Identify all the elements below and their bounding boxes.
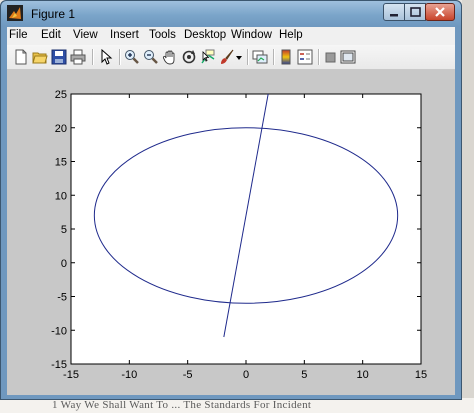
figure-window: Figure 1 File Edit View Insert Tools Des… bbox=[0, 0, 462, 400]
x-tick-label: 10 bbox=[357, 369, 369, 381]
axes-box[interactable] bbox=[70, 93, 422, 365]
background-document: 1 Way We Shall Want To ... The Standards… bbox=[0, 398, 474, 413]
y-tick-label: 15 bbox=[55, 157, 67, 169]
menu-tools[interactable]: Tools bbox=[149, 29, 176, 41]
data-cursor-icon[interactable] bbox=[200, 49, 216, 65]
new-figure-icon[interactable] bbox=[13, 49, 29, 65]
background-window-edge bbox=[462, 0, 474, 398]
figure-canvas: -15 -10 -5 0 5 10 15 -15 -10 -5 0 5 10 15 20 25 bbox=[7, 70, 455, 395]
matlab-app-icon bbox=[7, 5, 23, 21]
hide-plot-tools-icon[interactable] bbox=[323, 49, 339, 65]
x-tick-label: 0 bbox=[243, 369, 249, 381]
toolbar-separator bbox=[92, 49, 94, 65]
rotate-3d-icon[interactable] bbox=[181, 49, 197, 65]
maximize-button[interactable] bbox=[404, 3, 426, 21]
y-tick-label: 20 bbox=[55, 123, 67, 135]
y-tick-label: 25 bbox=[55, 89, 67, 101]
open-file-icon[interactable] bbox=[32, 49, 48, 65]
menu-help[interactable]: Help bbox=[279, 29, 303, 41]
figure-toolbar bbox=[7, 45, 455, 70]
y-tick-label: -10 bbox=[51, 325, 67, 337]
close-icon bbox=[435, 7, 445, 17]
minimize-button[interactable] bbox=[383, 3, 405, 21]
plot-area: -15 -10 -5 0 5 10 15-15-10-50510152025 bbox=[51, 89, 427, 381]
y-tick-label: 5 bbox=[61, 224, 67, 236]
edit-plot-arrow-icon[interactable] bbox=[98, 49, 114, 65]
menu-bar: File Edit View Insert Tools Desktop Wind… bbox=[7, 27, 455, 46]
brush-dropdown-icon[interactable] bbox=[235, 49, 243, 65]
x-tick-label: 15 bbox=[415, 369, 427, 381]
x-tick-label: -10 bbox=[121, 369, 137, 381]
menu-desktop[interactable]: Desktop bbox=[184, 29, 226, 41]
maximize-icon bbox=[410, 7, 421, 17]
menu-window[interactable]: Window bbox=[231, 29, 272, 41]
x-tick-label: -5 bbox=[183, 369, 193, 381]
toolbar-separator bbox=[247, 49, 249, 65]
pan-icon[interactable] bbox=[162, 49, 178, 65]
brush-icon[interactable] bbox=[219, 49, 235, 65]
x-tick-label: 5 bbox=[301, 369, 307, 381]
minimize-icon bbox=[390, 14, 398, 17]
y-tick-label: 0 bbox=[61, 258, 67, 270]
toolbar-separator bbox=[119, 49, 121, 65]
insert-legend-icon[interactable] bbox=[297, 49, 313, 65]
close-button[interactable] bbox=[425, 3, 455, 21]
y-tick-label: -15 bbox=[51, 359, 67, 371]
zoom-in-icon[interactable] bbox=[124, 49, 140, 65]
toolbar-separator bbox=[318, 49, 320, 65]
y-tick-label: -5 bbox=[57, 292, 67, 304]
background-document-text: 1 Way We Shall Want To ... The Standards… bbox=[52, 399, 312, 411]
save-icon[interactable] bbox=[51, 49, 67, 65]
menu-edit[interactable]: Edit bbox=[41, 29, 61, 41]
menu-file[interactable]: File bbox=[9, 29, 28, 41]
menu-insert[interactable]: Insert bbox=[110, 29, 139, 41]
zoom-out-icon[interactable] bbox=[143, 49, 159, 65]
link-plot-icon[interactable] bbox=[252, 49, 268, 65]
insert-colorbar-icon[interactable] bbox=[278, 49, 294, 65]
menu-view[interactable]: View bbox=[73, 29, 98, 41]
window-title: Figure 1 bbox=[31, 7, 76, 21]
print-icon[interactable] bbox=[70, 49, 86, 65]
show-plot-tools-icon[interactable] bbox=[340, 49, 356, 65]
toolbar-separator bbox=[273, 49, 275, 65]
title-bar[interactable]: Figure 1 bbox=[1, 1, 461, 27]
y-tick-label: 10 bbox=[55, 190, 67, 202]
